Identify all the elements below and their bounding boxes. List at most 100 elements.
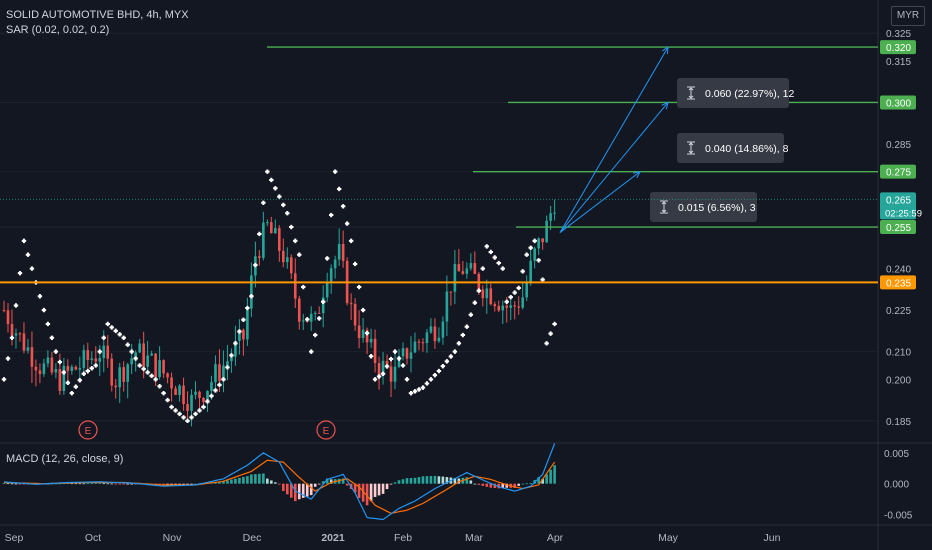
- last-price-tag: 0.265 02:25:59: [880, 192, 922, 220]
- macd-histogram-bar: [98, 483, 102, 484]
- candle-body: [266, 222, 269, 224]
- candle-body: [50, 357, 54, 373]
- candle-body: [481, 289, 485, 299]
- candle-body: [126, 364, 129, 382]
- candle-body: [26, 347, 30, 351]
- candle-body: [401, 348, 405, 357]
- price-tick: 0.240: [886, 265, 911, 276]
- candle-body: [337, 244, 341, 260]
- candle-body: [62, 365, 66, 391]
- macd-histogram-bar: [130, 483, 133, 485]
- macd-histogram-bar: [78, 483, 82, 485]
- candle-body: [393, 366, 397, 382]
- macd-histogram-bar: [553, 465, 556, 484]
- macd-histogram-bar: [373, 483, 377, 497]
- price-tick: 0.315: [886, 57, 911, 68]
- candle-body: [285, 257, 289, 263]
- target-tag: 0.300: [880, 95, 916, 110]
- candle-body: [521, 297, 524, 308]
- price-tick: 0.325: [886, 29, 911, 40]
- measurement-text: 0.015 (6.56%), 3: [678, 202, 756, 214]
- macd-histogram-bar: [397, 480, 401, 484]
- macd-histogram-bar: [262, 473, 265, 484]
- last-price-tag-countdown: 02:25:59: [885, 208, 922, 219]
- currency-badge[interactable]: MYR: [891, 6, 925, 26]
- candle-body: [278, 228, 281, 251]
- candle-body: [54, 368, 58, 373]
- time-label: Apr: [547, 532, 564, 544]
- macd-histogram-bar: [393, 482, 397, 484]
- target-tag-value: 0.255: [886, 223, 911, 234]
- candle-body: [10, 324, 14, 336]
- macd-histogram-bar: [317, 483, 321, 485]
- price-tick: 0.285: [886, 140, 911, 151]
- candle-body: [529, 260, 532, 283]
- price-chart[interactable]: 0.060 (22.97%), 12 0.040 (14.86%), 8 0.015…: [0, 0, 932, 550]
- candle-body: [258, 256, 261, 258]
- target-tag-value: 0.320: [886, 43, 911, 54]
- macd-tick: 0.005: [884, 449, 909, 460]
- macd-histogram-bar: [74, 483, 78, 485]
- macd-histogram-bar: [485, 483, 489, 487]
- macd-histogram-bar: [481, 483, 485, 486]
- macd-histogram-bar: [230, 479, 233, 484]
- macd-histogram-bar: [226, 480, 229, 484]
- candle-body: [313, 312, 317, 314]
- measurement-text: 0.060 (22.97%), 12: [705, 88, 794, 100]
- candle-body: [110, 358, 114, 386]
- price-tick: 0.225: [886, 306, 911, 317]
- support-tag-value: 0.235: [886, 278, 911, 289]
- candle-body: [214, 364, 217, 383]
- time-label: Sep: [5, 532, 24, 544]
- target-tag: 0.255: [880, 220, 916, 235]
- macd-histogram-bar: [102, 483, 106, 485]
- candle-body: [469, 263, 473, 269]
- candle-body: [98, 357, 102, 362]
- macd-histogram-bar: [313, 483, 317, 487]
- candle-body: [274, 228, 277, 234]
- candle-body: [78, 367, 82, 370]
- candle-body: [6, 310, 10, 325]
- candle-body: [533, 248, 536, 261]
- candle-body: [242, 329, 245, 340]
- macd-histogram-bar: [529, 483, 532, 484]
- candle-body: [517, 306, 521, 308]
- macd-histogram-bar: [126, 483, 129, 485]
- time-label: 2021: [321, 532, 345, 544]
- macd-histogram-bar: [309, 483, 313, 496]
- candle-body: [246, 308, 249, 340]
- macd-histogram-bar: [250, 474, 253, 484]
- candle-body: [130, 358, 133, 365]
- chart-title: SOLID AUTOMOTIVE BHD, 4h, MYX: [6, 9, 189, 21]
- macd-histogram-bar: [254, 474, 257, 484]
- candle-body: [509, 305, 513, 308]
- candle-body: [102, 345, 106, 358]
- candle-body: [22, 333, 26, 351]
- macd-histogram-bar: [278, 483, 281, 485]
- macd-legend: MACD (12, 26, close, 9): [6, 453, 124, 465]
- candle-body: [433, 326, 437, 342]
- macd-histogram-bar: [525, 483, 528, 485]
- macd-histogram-bar: [369, 483, 373, 502]
- candle-body: [505, 305, 509, 308]
- target-tag: 0.320: [880, 40, 916, 55]
- candle-body: [293, 273, 297, 299]
- candle-body: [86, 350, 90, 361]
- measurement-text: 0.040 (14.86%), 8: [705, 143, 789, 155]
- earnings-label: E: [323, 426, 330, 437]
- candle-body: [353, 303, 357, 326]
- price-tick: 0.200: [886, 375, 911, 386]
- price-tick: 0.185: [886, 417, 911, 428]
- macd-histogram-bar: [429, 476, 433, 484]
- candle-body: [301, 320, 305, 322]
- candle-body: [545, 220, 548, 243]
- macd-histogram-bar: [10, 483, 14, 485]
- measurement-box: 0.040 (14.86%), 8: [677, 133, 789, 163]
- candle-body: [453, 264, 457, 292]
- macd-histogram-bar: [473, 483, 477, 485]
- time-label: Jun: [764, 532, 781, 544]
- candle-body: [377, 363, 381, 376]
- measurement-box: 0.060 (22.97%), 12: [677, 78, 794, 108]
- macd-histogram-bar: [293, 483, 297, 502]
- macd-histogram-bar: [270, 480, 273, 484]
